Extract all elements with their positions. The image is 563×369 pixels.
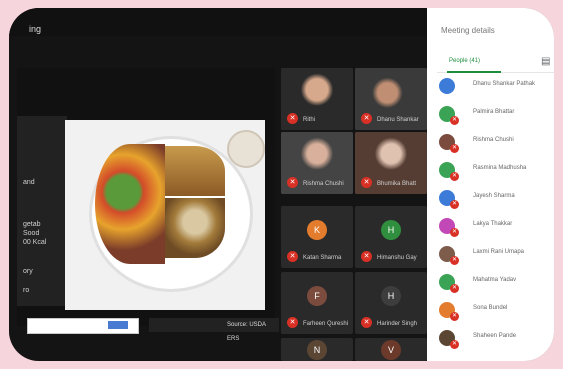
participant-tile[interactable]: H ✕ Himanshu Gay	[355, 206, 427, 268]
list-item[interactable]: ✕ Shaheen Pande	[439, 330, 549, 350]
participant-tile[interactable]: K ✕ Katan Sharma	[281, 206, 353, 268]
participant-tile[interactable]: F ✕ Farheen Qureshi	[281, 272, 353, 334]
list-item[interactable]: Dhanu Shankar Pathak	[439, 78, 549, 98]
panel-title: Meeting details	[441, 26, 495, 35]
slide-text-line: getab	[23, 221, 41, 228]
grains-section	[165, 146, 225, 196]
mic-off-icon: ✕	[450, 312, 459, 321]
participant-tile[interactable]: ✕ Rishma Chushi	[281, 132, 353, 194]
mic-off-icon: ✕	[287, 177, 298, 188]
participant-name: Himanshu Gay	[377, 255, 417, 261]
participant-name: Dhanu Shankar Pathak	[473, 81, 536, 87]
participant-name: Rithi	[303, 117, 316, 123]
participant-name: Rishma Chushi	[303, 181, 344, 187]
participant-tile[interactable]: ✕ Rithi	[281, 68, 353, 130]
list-item[interactable]: ✕ Jayesh Sharma	[439, 190, 549, 210]
participant-name: Rasmina Madhusha	[473, 165, 527, 171]
mic-off-icon: ✕	[450, 340, 459, 349]
list-item[interactable]: ✕ Palmira Bhattar	[439, 106, 549, 126]
mic-off-icon: ✕	[287, 317, 298, 328]
list-item[interactable]: ✕ Rasmina Madhusha	[439, 162, 549, 182]
presentation-control-button[interactable]	[108, 321, 128, 329]
list-item[interactable]: ✕ Rishma Chushi	[439, 134, 549, 154]
mic-off-icon: ✕	[450, 256, 459, 265]
presentation-stage: ing and getab Sood 00 Kcal ory ro Source…	[9, 8, 427, 361]
participant-avatar	[439, 78, 455, 94]
mic-off-icon: ✕	[450, 144, 459, 153]
stage-header	[9, 8, 427, 36]
participant-name: Sona Bundel	[473, 305, 508, 311]
list-item[interactable]: ✕ Sona Bundel	[439, 302, 549, 322]
dairy-cup-icon	[227, 130, 265, 168]
food-plate-image	[65, 120, 265, 310]
participant-avatar: V	[381, 340, 401, 360]
slide-source: Source: USDA ERS	[149, 318, 279, 342]
participant-tile[interactable]: H ✕ Harinder Singh	[355, 272, 427, 334]
mic-off-icon: ✕	[450, 172, 459, 181]
participant-list: Dhanu Shankar Pathak ✕ Palmira Bhattar ✕…	[439, 78, 549, 358]
protein-section	[165, 198, 225, 258]
slide-text-panel: and getab Sood 00 Kcal ory ro	[17, 116, 67, 306]
participant-name: Farheen Qureshi	[303, 321, 349, 327]
stage-title: ing	[29, 24, 42, 34]
tab-underline	[447, 71, 501, 73]
slide-text-line: and	[23, 179, 35, 186]
list-item[interactable]: ✕ Lakya Thakkar	[439, 218, 549, 238]
participant-tile[interactable]: ✕ Bhumika Bhatt	[355, 132, 427, 194]
participant-name: Jayesh Sharma	[473, 193, 515, 199]
participant-avatar: H	[381, 220, 401, 240]
participant-name: Bhumika Bhatt	[377, 181, 417, 187]
participant-tile[interactable]: ✕ Dhanu Shankar	[355, 68, 427, 130]
participant-avatar: F	[307, 286, 327, 306]
participant-name: Laxmi Rani Umapa	[473, 249, 525, 255]
participant-tile[interactable]: N	[281, 338, 353, 361]
participant-name: Shaheen Pande	[473, 333, 517, 339]
meeting-window: ing and getab Sood 00 Kcal ory ro Source…	[9, 8, 554, 361]
mic-off-icon: ✕	[450, 116, 459, 125]
vegetables-section	[95, 144, 165, 264]
panel-tabs: People (41) ▤	[437, 56, 554, 73]
mic-off-icon: ✕	[361, 177, 372, 188]
mic-off-icon: ✕	[450, 228, 459, 237]
mic-off-icon: ✕	[361, 113, 372, 124]
participant-name: Palmira Bhattar	[473, 109, 515, 115]
slide-text-line: ro	[23, 287, 30, 294]
slide-text-line: ory	[23, 268, 33, 275]
participant-avatar: K	[307, 220, 327, 240]
participant-avatar: N	[307, 340, 327, 360]
participant-name: Lakya Thakkar	[473, 221, 513, 227]
participant-avatar: H	[381, 286, 401, 306]
participant-name: Harinder Singh	[377, 321, 418, 327]
participant-tile[interactable]: V	[355, 338, 427, 361]
participant-grid: ✕ Rithi ✕ Dhanu Shankar ✕ Rishma Chushi …	[281, 68, 427, 361]
mic-off-icon: ✕	[287, 251, 298, 262]
participant-name: Mahatma Yadav	[473, 277, 517, 283]
chat-icon[interactable]: ▤	[541, 56, 550, 67]
tab-people[interactable]: People (41)	[449, 58, 480, 64]
slide-text-line: 00 Kcal	[23, 239, 47, 246]
meeting-details-panel: Meeting details People (41) ▤ Dhanu Shan…	[427, 8, 554, 361]
mic-off-icon: ✕	[361, 251, 372, 262]
mic-off-icon: ✕	[450, 284, 459, 293]
list-item[interactable]: ✕ Mahatma Yadav	[439, 274, 549, 294]
presentation-control-bar[interactable]	[27, 318, 139, 334]
mic-off-icon: ✕	[450, 200, 459, 209]
participant-name: Katan Sharma	[303, 255, 342, 261]
participant-name: Dhanu Shankar	[377, 117, 419, 123]
list-item[interactable]: ✕ Laxmi Rani Umapa	[439, 246, 549, 266]
participant-name: Rishma Chushi	[473, 137, 514, 143]
mic-off-icon: ✕	[361, 317, 372, 328]
mic-off-icon: ✕	[287, 113, 298, 124]
slide-text-line: Sood	[23, 230, 40, 237]
